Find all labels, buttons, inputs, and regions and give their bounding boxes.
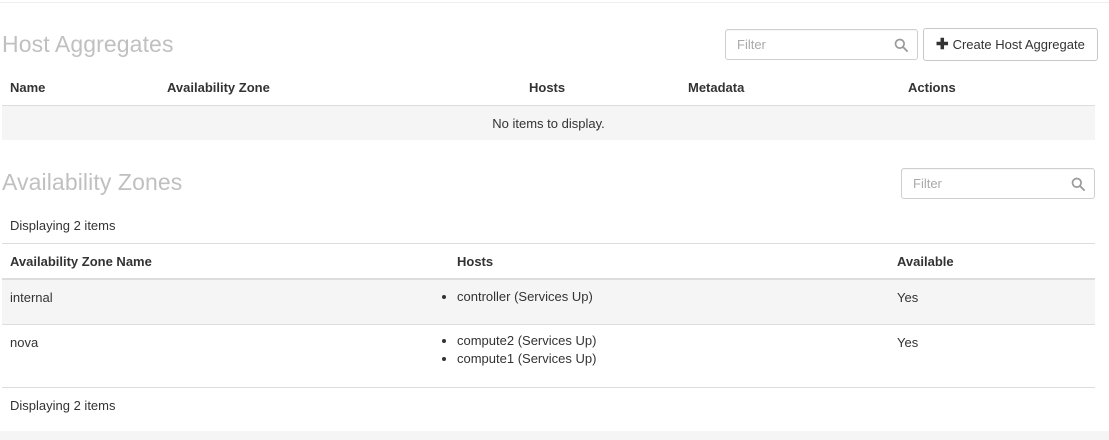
zone-name: nova bbox=[10, 335, 39, 350]
availability-zones-filter-input[interactable] bbox=[902, 169, 1064, 198]
column-header-zone-name[interactable]: Availability Zone Name bbox=[10, 254, 152, 269]
column-header-hosts[interactable]: Hosts bbox=[529, 80, 565, 95]
column-header-availability-zone[interactable]: Availability Zone bbox=[167, 80, 270, 95]
host-item: compute2 (Services Up) bbox=[457, 332, 596, 350]
column-header-available[interactable]: Available bbox=[897, 254, 954, 269]
table-row: internal controller (Services Up) Yes bbox=[2, 280, 1095, 325]
host-aggregates-filter[interactable] bbox=[725, 29, 918, 60]
plus-icon: ✚ bbox=[936, 36, 949, 53]
footer-band bbox=[0, 431, 1109, 440]
empty-table-message: No items to display. bbox=[2, 106, 1095, 140]
host-list: compute2 (Services Up) compute1 (Service… bbox=[441, 332, 596, 368]
top-divider bbox=[0, 2, 1109, 3]
availability-zones-filter[interactable] bbox=[901, 168, 1095, 199]
column-header-name[interactable]: Name bbox=[10, 80, 45, 95]
items-count-bottom: Displaying 2 items bbox=[10, 398, 116, 413]
zone-name: internal bbox=[10, 290, 53, 305]
table-top-divider bbox=[2, 243, 1095, 244]
table-row: nova compute2 (Services Up) compute1 (Se… bbox=[2, 325, 1095, 388]
column-header-metadata[interactable]: Metadata bbox=[688, 80, 744, 95]
items-count-top: Displaying 2 items bbox=[10, 218, 116, 233]
zone-available: Yes bbox=[897, 335, 919, 350]
column-header-hosts[interactable]: Hosts bbox=[457, 254, 493, 269]
create-host-aggregate-label: Create Host Aggregate bbox=[952, 37, 1085, 52]
host-list: controller (Services Up) bbox=[441, 288, 593, 306]
host-item: controller (Services Up) bbox=[457, 288, 593, 306]
create-host-aggregate-button[interactable]: ✚ Create Host Aggregate bbox=[923, 28, 1098, 61]
empty-message-text: No items to display. bbox=[492, 115, 605, 131]
host-aggregates-filter-input[interactable] bbox=[726, 30, 887, 59]
availability-zones-title: Availability Zones bbox=[2, 169, 183, 195]
search-icon[interactable] bbox=[1071, 177, 1085, 191]
search-icon[interactable] bbox=[894, 38, 908, 52]
host-aggregates-title: Host Aggregates bbox=[2, 31, 174, 57]
column-header-actions: Actions bbox=[908, 80, 956, 95]
zone-available: Yes bbox=[897, 290, 919, 305]
host-item: compute1 (Services Up) bbox=[457, 350, 596, 368]
